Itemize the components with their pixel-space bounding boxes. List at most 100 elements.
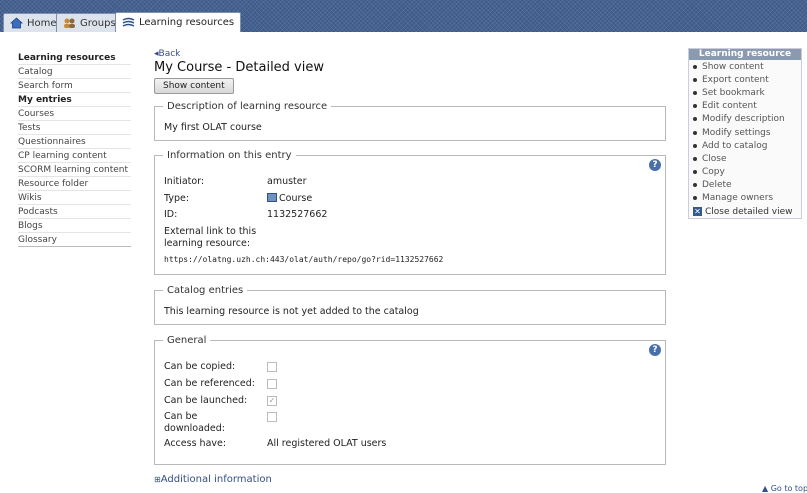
- access-label: Access have:: [164, 438, 227, 449]
- course-icon: [267, 193, 277, 202]
- help-icon[interactable]: ?: [649, 344, 661, 356]
- action-edit-content-label: Edit content: [702, 101, 757, 112]
- can-be-downloaded-checkbox: [267, 412, 277, 422]
- initiator-label: Initiator:: [164, 176, 205, 187]
- action-modify-settings-label: Modify settings: [702, 127, 771, 138]
- back-link[interactable]: ◂Back: [154, 49, 666, 60]
- action-add-to-catalog[interactable]: Add to catalog: [689, 139, 801, 152]
- action-modify-description-label: Modify description: [702, 114, 785, 125]
- expand-icon: ⊞: [154, 475, 161, 484]
- show-content-button[interactable]: Show content: [154, 78, 234, 94]
- action-close-detailed-view[interactable]: ✕ Close detailed view: [689, 205, 801, 218]
- sidebar-item-glossary[interactable]: Glossary: [18, 233, 131, 247]
- additional-information-link[interactable]: ⊞Additional information: [154, 474, 272, 485]
- tab-home-label: Home: [27, 17, 57, 29]
- external-link-url[interactable]: https://olatng.uzh.ch:443/olat/auth/repo…: [164, 255, 443, 264]
- sidebar-item-scorm-learning-content[interactable]: SCORM learning content: [18, 163, 131, 177]
- sidebar-item-my-entries[interactable]: My entries: [18, 93, 131, 107]
- additional-information-label: Additional information: [160, 474, 272, 485]
- bullet-icon: [693, 183, 697, 188]
- action-delete-label: Delete: [702, 180, 732, 191]
- tab-learning-resources-label: Learning resources: [139, 17, 235, 28]
- sidebar-item-questionnaires[interactable]: Questionnaires: [18, 135, 131, 149]
- tab-learning-resources[interactable]: Learning resources: [115, 12, 242, 32]
- go-to-top-link[interactable]: ▲ Go to top: [762, 484, 807, 493]
- can-be-referenced-label: Can be referenced:: [164, 378, 255, 389]
- action-copy-label: Copy: [702, 167, 725, 178]
- actions-header: Learning resource: [689, 49, 801, 60]
- action-modify-description[interactable]: Modify description: [689, 113, 801, 126]
- information-legend: Information on this entry: [163, 149, 296, 162]
- main-content: ◂Back My Course - Detailed view Show con…: [154, 49, 666, 485]
- action-modify-settings[interactable]: Modify settings: [689, 126, 801, 139]
- description-box: Description of learning resource My firs…: [154, 100, 666, 141]
- type-label: Type:: [164, 193, 190, 204]
- action-copy[interactable]: Copy: [689, 166, 801, 179]
- external-link-label: External link to this learning resource:: [164, 226, 257, 249]
- arrow-up-icon: ▲: [762, 484, 769, 493]
- tab-groups-label: Groups: [80, 17, 116, 29]
- catalog-text: This learning resource is not yet added …: [164, 306, 419, 317]
- sidebar-item-wikis[interactable]: Wikis: [18, 191, 131, 205]
- bullet-icon: [693, 143, 697, 148]
- action-close-label: Close: [702, 153, 727, 164]
- tab-groups[interactable]: Groups: [56, 13, 123, 32]
- information-box: Information on this entry ? Initiator: a…: [154, 149, 666, 275]
- can-be-launched-checkbox: ✓: [267, 396, 277, 406]
- can-be-downloaded-label: Can be downloaded:: [164, 411, 226, 434]
- action-show-content-label: Show content: [702, 61, 764, 72]
- can-be-copied-label: Can be copied:: [164, 361, 236, 372]
- access-value: All registered OLAT users: [267, 438, 387, 449]
- bullet-icon: [693, 90, 697, 95]
- bullet-icon: [693, 104, 697, 109]
- sidebar-nav: Learning resources Catalog Search form M…: [18, 51, 131, 247]
- back-link-label: Back: [158, 49, 181, 59]
- action-export-content[interactable]: Export content: [689, 73, 801, 86]
- action-manage-owners-label: Manage owners: [702, 193, 774, 204]
- sidebar-item-tests[interactable]: Tests: [18, 121, 131, 135]
- tab-home[interactable]: Home: [3, 13, 64, 32]
- initiator-value: amuster: [267, 176, 307, 187]
- action-edit-content[interactable]: Edit content: [689, 100, 801, 113]
- help-icon[interactable]: ?: [649, 159, 661, 171]
- close-icon: ✕: [693, 207, 702, 217]
- general-box: General ? Can be copied: Can be referenc…: [154, 334, 666, 465]
- bullet-icon: [693, 77, 697, 82]
- sidebar-item-podcasts[interactable]: Podcasts: [18, 205, 131, 219]
- groups-icon: [63, 17, 76, 29]
- can-be-copied-checkbox: [267, 362, 277, 372]
- learning-resources-icon: [122, 17, 135, 29]
- sidebar-item-cp-learning-content[interactable]: CP learning content: [18, 149, 131, 163]
- sidebar-item-catalog[interactable]: Catalog: [18, 65, 131, 79]
- action-show-content[interactable]: Show content: [689, 60, 801, 73]
- action-set-bookmark[interactable]: Set bookmark: [689, 86, 801, 99]
- sidebar-item-blogs[interactable]: Blogs: [18, 219, 131, 233]
- can-be-launched-label: Can be launched:: [164, 395, 248, 406]
- catalog-legend: Catalog entries: [163, 284, 248, 297]
- description-legend: Description of learning resource: [163, 100, 332, 113]
- action-close[interactable]: Close: [689, 152, 801, 165]
- page-title: My Course - Detailed view: [154, 60, 324, 75]
- action-delete[interactable]: Delete: [689, 179, 801, 192]
- general-legend: General: [163, 334, 211, 347]
- action-close-detailed-view-label: Close detailed view: [705, 206, 793, 217]
- can-be-referenced-checkbox: [267, 379, 277, 389]
- id-value: 1132527662: [267, 209, 328, 220]
- go-to-top-label: Go to top: [770, 484, 807, 493]
- catalog-box: Catalog entries This learning resource i…: [154, 284, 666, 325]
- bullet-icon: [693, 170, 697, 175]
- action-manage-owners[interactable]: Manage owners: [689, 192, 801, 205]
- sidebar-item-search-form[interactable]: Search form: [18, 79, 131, 93]
- sidebar-item-learning-resources[interactable]: Learning resources: [18, 51, 131, 65]
- sidebar-item-courses[interactable]: Courses: [18, 107, 131, 121]
- type-value: Course: [279, 193, 313, 204]
- sidebar-item-resource-folder[interactable]: Resource folder: [18, 177, 131, 191]
- bullet-icon: [693, 117, 697, 122]
- description-text: My first OLAT course: [164, 122, 262, 133]
- actions-panel: Learning resource Show content Export co…: [688, 48, 802, 220]
- bullet-icon: [693, 64, 697, 69]
- id-label: ID:: [164, 209, 178, 220]
- action-export-content-label: Export content: [702, 74, 769, 85]
- home-icon: [9, 17, 24, 29]
- bullet-icon: [693, 196, 697, 201]
